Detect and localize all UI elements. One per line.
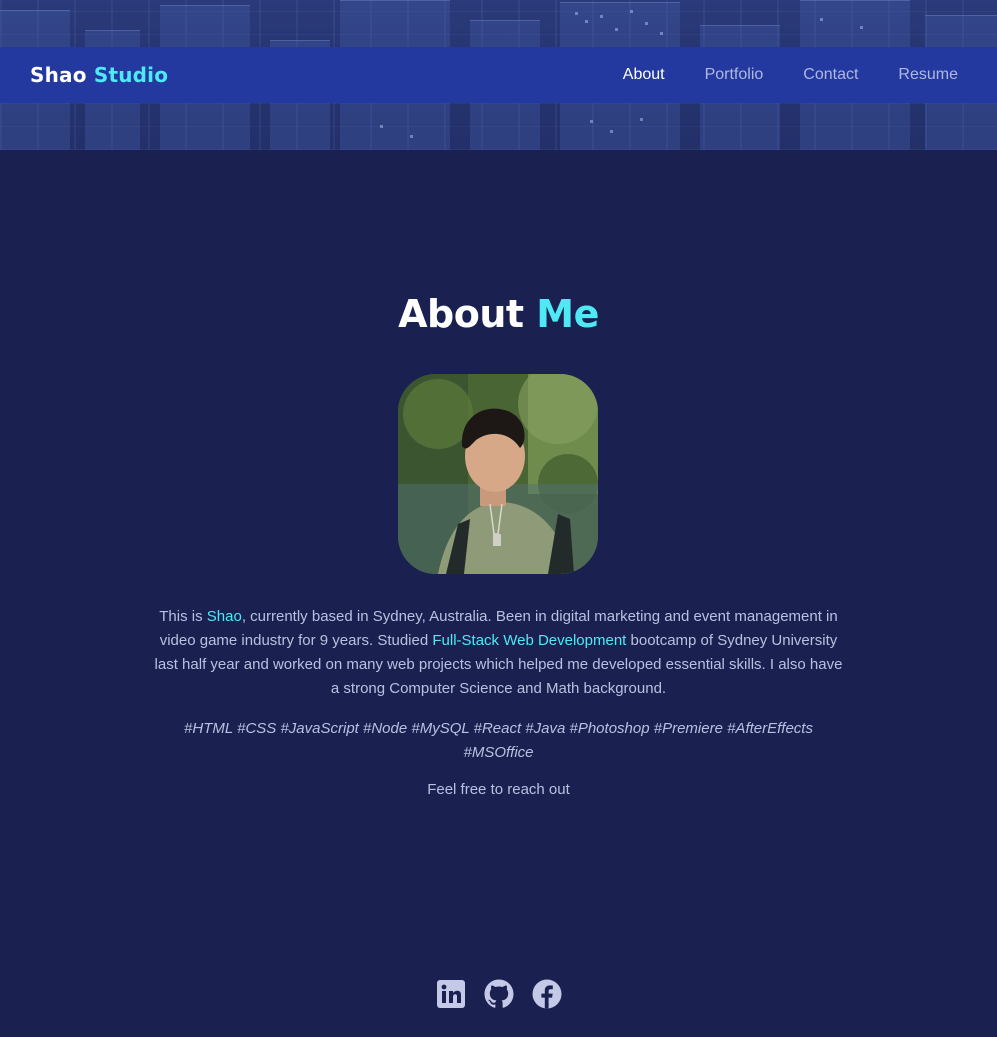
- github-icon[interactable]: [483, 978, 515, 1010]
- about-section: About Me This is Shao, currently based i…: [0, 150, 997, 1037]
- nav-link-contact[interactable]: Contact: [803, 66, 858, 84]
- bio-part-1: This is: [159, 608, 207, 625]
- brand-logo[interactable]: Shao Studio: [30, 63, 168, 87]
- skill-tags: #HTML #CSS #JavaScript #Node #MySQL #Rea…: [184, 720, 813, 761]
- brand-name-second: Studio: [93, 63, 169, 87]
- profile-photo: [398, 374, 598, 574]
- page-title: About Me: [0, 292, 997, 336]
- linkedin-icon[interactable]: [435, 978, 467, 1010]
- facebook-icon[interactable]: [531, 978, 563, 1010]
- title-second-word: Me: [536, 292, 599, 336]
- bio-paragraph: This is Shao, currently based in Sydney,…: [150, 605, 847, 701]
- top-navbar: Shao Studio About Portfolio Contact Resu…: [0, 47, 997, 103]
- reach-out-text: Feel free to reach out: [427, 781, 570, 798]
- title-first-word: About: [398, 292, 524, 336]
- bio-course: Full-Stack Web Development: [432, 632, 627, 649]
- social-links: [0, 978, 997, 1010]
- bio-name: Shao: [206, 608, 242, 625]
- nav-link-about[interactable]: About: [623, 66, 665, 84]
- nav-link-portfolio[interactable]: Portfolio: [705, 66, 764, 84]
- nav-link-resume[interactable]: Resume: [898, 66, 958, 84]
- nav-links: About Portfolio Contact Resume: [583, 66, 958, 84]
- brand-name-first: Shao: [30, 63, 87, 87]
